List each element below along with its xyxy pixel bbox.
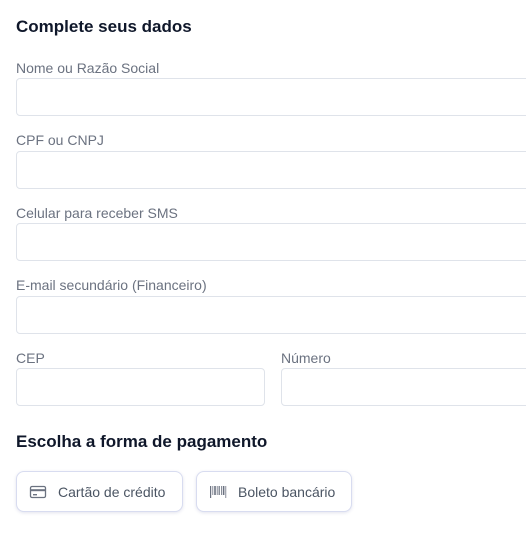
document-label: CPF ou CNPJ	[16, 132, 104, 148]
cep-label: CEP	[16, 350, 45, 366]
credit-card-icon	[29, 485, 47, 499]
credit-card-option-label: Cartão de crédito	[58, 483, 166, 500]
number-field[interactable]	[281, 368, 526, 406]
name-field[interactable]	[16, 78, 526, 116]
document-field[interactable]	[16, 151, 526, 189]
number-label: Número	[281, 350, 331, 366]
payment-method-title: Escolha a forma de pagamento	[16, 432, 268, 451]
checkout-form: Complete seus dados Nome ou Razão Social…	[0, 0, 526, 536]
name-label: Nome ou Razão Social	[16, 60, 160, 76]
boleto-option-button[interactable]: Boleto bancário	[196, 471, 352, 512]
boleto-option-label: Boleto bancário	[238, 483, 336, 500]
barcode-icon	[209, 485, 227, 499]
customer-data-title: Complete seus dados	[16, 17, 192, 36]
phone-field[interactable]	[16, 223, 526, 261]
secondary-email-label: E-mail secundário (Financeiro)	[16, 277, 207, 293]
secondary-email-field[interactable]	[16, 296, 526, 334]
cep-field[interactable]	[16, 368, 265, 406]
credit-card-option-button[interactable]: Cartão de crédito	[16, 471, 183, 512]
phone-label: Celular para receber SMS	[16, 205, 178, 221]
